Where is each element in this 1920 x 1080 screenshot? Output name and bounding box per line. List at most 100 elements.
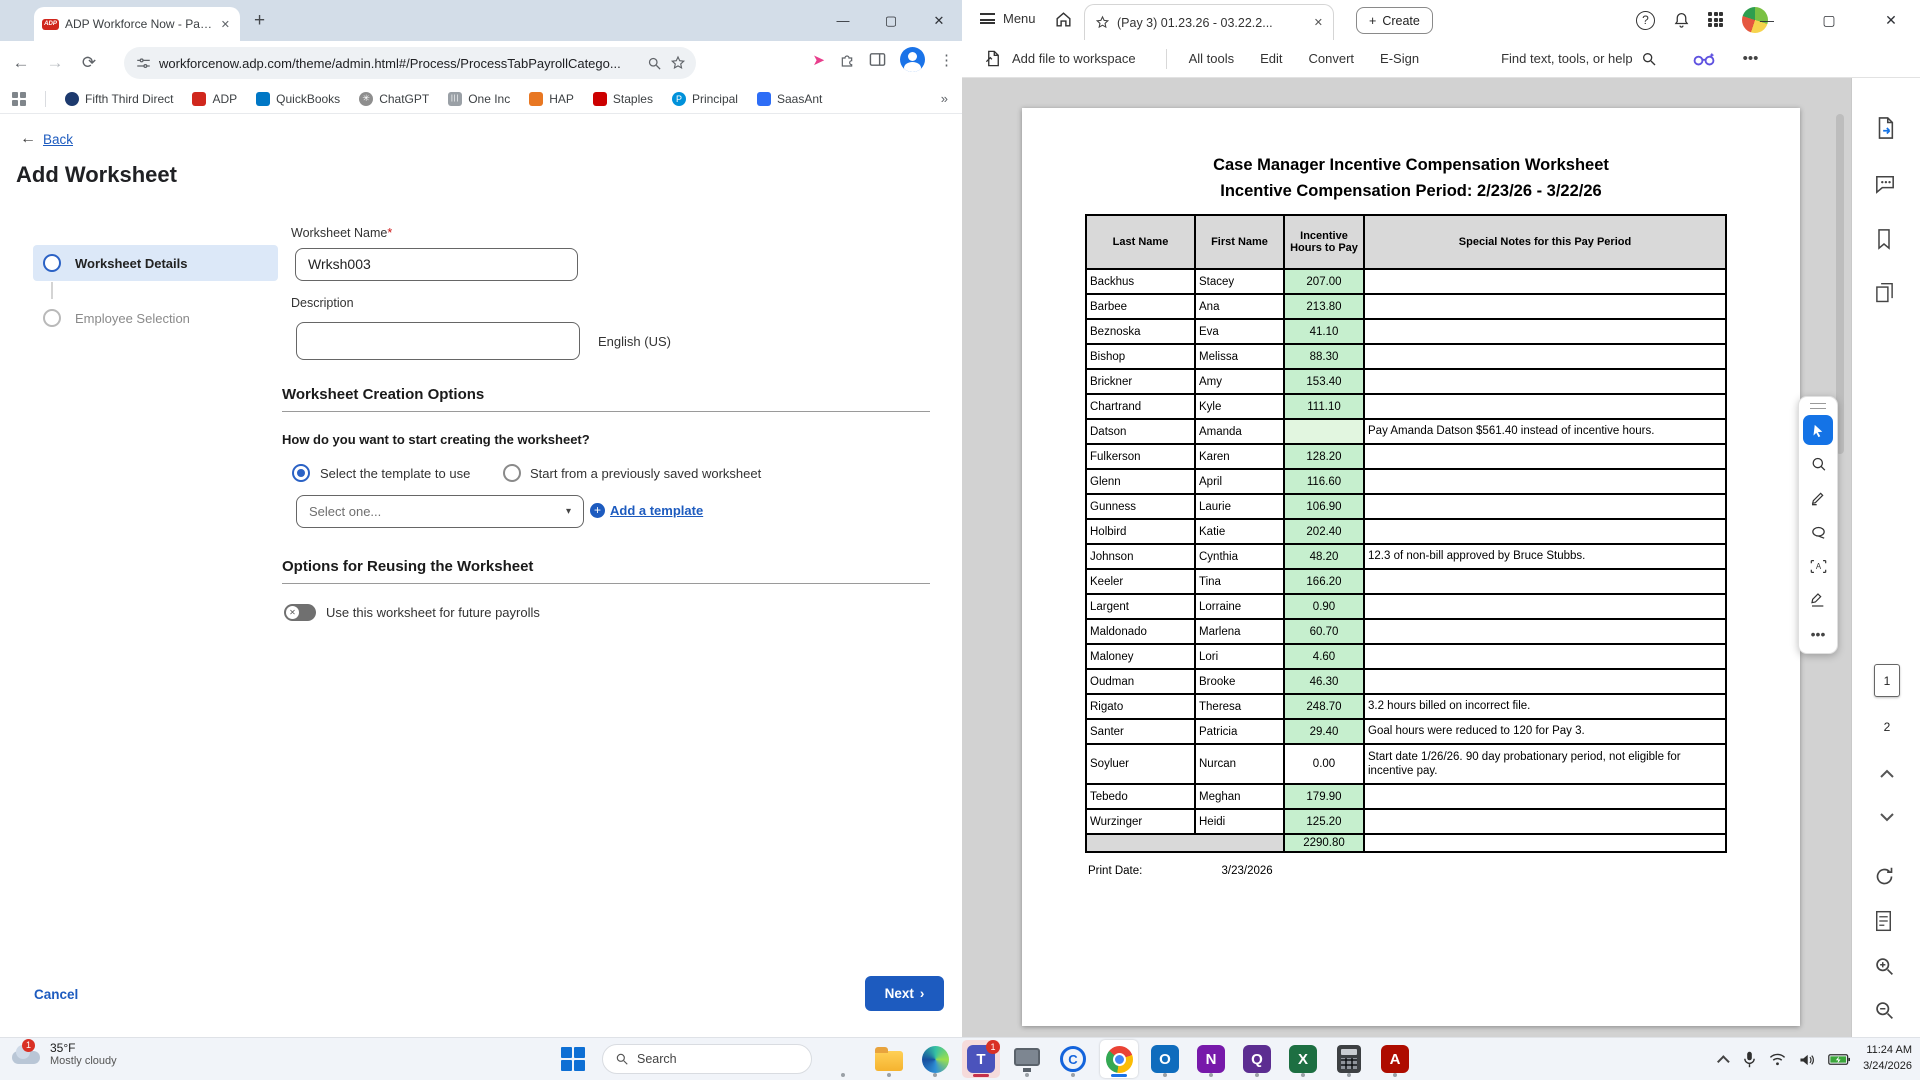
radio-saved-worksheet-label[interactable]: Start from a previously saved worksheet [530, 466, 761, 481]
previous-page-icon[interactable] [1874, 760, 1900, 786]
export-pdf-icon[interactable] [1874, 116, 1896, 140]
back-link[interactable]: ← Back [20, 130, 73, 148]
start-button[interactable] [561, 1047, 586, 1072]
bookmark-item[interactable]: Staples [593, 92, 653, 106]
reuse-toggle[interactable]: ✕ [284, 604, 316, 621]
taskbar-search[interactable]: Search [602, 1044, 812, 1074]
select-tool-icon[interactable] [1803, 415, 1833, 445]
next-page-icon[interactable] [1874, 804, 1900, 830]
zoom-in-icon[interactable] [1874, 956, 1895, 977]
bookmark-item[interactable]: ✳ChatGPT [359, 92, 429, 106]
taskbar-app-quickbooks[interactable]: Q [1238, 1040, 1276, 1078]
taskbar-app-teams[interactable]: T1 [962, 1040, 1000, 1078]
taskbar-app-app-dark-square[interactable] [824, 1040, 862, 1078]
more-options-icon[interactable]: ••• [1743, 50, 1759, 67]
bookmark-item[interactable]: PPrincipal [672, 92, 738, 106]
document-tab[interactable]: (Pay 3) 01.23.26 - 03.22.2... ✕ [1084, 4, 1334, 40]
bookmark-item[interactable]: Fifth Third Direct [65, 92, 173, 106]
site-settings-icon[interactable] [136, 56, 151, 71]
extension-pink-icon[interactable]: ➤ [812, 51, 825, 69]
create-button[interactable]: + Create [1356, 7, 1433, 34]
taskbar-app-remote-desktop[interactable] [1008, 1040, 1046, 1078]
acrobat-menu-button[interactable]: Menu [980, 11, 1036, 26]
acrobat-close-button[interactable]: ✕ [1868, 0, 1914, 40]
page-view-icon[interactable] [1874, 910, 1893, 932]
more-tools-icon[interactable]: ••• [1803, 619, 1833, 649]
cancel-link[interactable]: Cancel [34, 987, 78, 1002]
bookmarks-panel-icon[interactable] [1874, 228, 1894, 250]
browser-tab[interactable]: ADP ADP Workforce Now - Payroll D... ✕ [34, 7, 240, 41]
weather-widget[interactable]: 1 35°F Mostly cloudy [10, 1041, 117, 1067]
bookmark-star-icon[interactable] [670, 55, 686, 71]
apps-grid-icon[interactable] [12, 92, 26, 106]
acrobat-minimize-button[interactable]: — [1744, 0, 1790, 40]
address-bar[interactable]: workforcenow.adp.com/theme/admin.html#/P… [124, 47, 696, 79]
step-employee-selection[interactable]: Employee Selection [33, 300, 278, 336]
chrome-close-button[interactable]: ✕ [916, 0, 962, 41]
url-text[interactable]: workforcenow.adp.com/theme/admin.html#/P… [159, 56, 639, 71]
page-thumbnail-2[interactable]: 2 [1874, 710, 1900, 743]
bookmark-item[interactable]: HAP [529, 92, 574, 106]
next-button[interactable]: Next› [865, 976, 944, 1011]
hidden-icons-chevron[interactable] [1717, 1055, 1730, 1068]
chrome-menu-kebab-icon[interactable]: ⋮ [939, 51, 954, 69]
back-icon[interactable]: ← [4, 53, 38, 73]
convert-menu[interactable]: Convert [1309, 51, 1355, 66]
side-panel-icon[interactable] [869, 52, 886, 67]
add-text-tool-icon[interactable]: A [1803, 551, 1833, 581]
forward-icon[interactable]: → [38, 53, 72, 73]
taskbar-app-onenote[interactable]: N [1192, 1040, 1230, 1078]
esign-menu[interactable]: E-Sign [1380, 51, 1419, 66]
tab-close-icon[interactable]: ✕ [219, 18, 232, 31]
taskbar-app-chrome[interactable] [1100, 1040, 1138, 1078]
refresh-icon[interactable] [1874, 866, 1895, 887]
profile-avatar[interactable] [900, 47, 925, 72]
bookmark-item[interactable]: QuickBooks [256, 92, 340, 106]
bookmarks-overflow-icon[interactable]: » [941, 91, 948, 106]
bookmark-item[interactable]: |||One Inc [448, 92, 510, 106]
apps-grid-icon[interactable] [1708, 12, 1724, 28]
taskbar-app-acrobat[interactable]: A [1376, 1040, 1414, 1078]
all-tools-menu[interactable]: All tools [1189, 51, 1235, 66]
palette-drag-handle[interactable] [1810, 403, 1826, 409]
search-icon[interactable] [1641, 51, 1657, 67]
description-input[interactable] [296, 322, 580, 360]
comments-panel-icon[interactable] [1874, 174, 1896, 194]
radio-saved-worksheet[interactable] [503, 464, 521, 482]
radio-select-template[interactable] [292, 464, 310, 482]
wifi-icon[interactable] [1769, 1053, 1786, 1066]
taskbar-app-carbonite[interactable]: C [1054, 1040, 1092, 1078]
highlight-tool-icon[interactable] [1803, 483, 1833, 513]
acrobat-maximize-button[interactable]: ▢ [1806, 0, 1852, 40]
notifications-bell-icon[interactable] [1673, 11, 1690, 29]
chrome-minimize-button[interactable]: — [820, 0, 866, 41]
page-thumbnail-1[interactable]: 1 [1874, 664, 1900, 697]
zoom-out-icon[interactable] [1874, 1000, 1895, 1021]
reload-icon[interactable]: ⟳ [72, 53, 106, 73]
ai-assistant-icon[interactable] [1693, 51, 1715, 67]
taskbar-app-outlook[interactable]: O [1146, 1040, 1184, 1078]
step-worksheet-details[interactable]: Worksheet Details [33, 245, 278, 281]
document-tab-close-icon[interactable]: ✕ [1314, 16, 1323, 29]
bookmark-item[interactable]: ADP [192, 92, 237, 106]
signature-tool-icon[interactable] [1803, 585, 1833, 615]
worksheet-name-input[interactable]: Wrksh003 [295, 248, 578, 281]
home-icon[interactable] [1054, 10, 1073, 29]
microphone-icon[interactable] [1743, 1051, 1756, 1068]
add-file-to-workspace[interactable]: Add file to workspace [1012, 51, 1136, 66]
radio-select-template-label[interactable]: Select the template to use [320, 466, 470, 481]
pages-panel-icon[interactable] [1874, 282, 1895, 304]
zoom-icon[interactable] [647, 56, 662, 71]
taskbar-app-excel[interactable]: X [1284, 1040, 1322, 1078]
taskbar-app-file-explorer[interactable] [870, 1040, 908, 1078]
taskbar-clock[interactable]: 11:24 AM 3/24/2026 [1863, 1043, 1912, 1075]
bookmark-item[interactable]: SaasAnt [757, 92, 822, 106]
template-select[interactable]: Select one... ▾ [296, 495, 584, 528]
chrome-maximize-button[interactable]: ▢ [868, 0, 914, 41]
battery-charging-icon[interactable] [1828, 1053, 1850, 1066]
taskbar-app-edge[interactable] [916, 1040, 954, 1078]
taskbar-app-calculator[interactable] [1330, 1040, 1368, 1078]
comment-tool-icon[interactable] [1803, 449, 1833, 479]
edit-menu[interactable]: Edit [1260, 51, 1282, 66]
find-label[interactable]: Find text, tools, or help [1501, 51, 1633, 66]
